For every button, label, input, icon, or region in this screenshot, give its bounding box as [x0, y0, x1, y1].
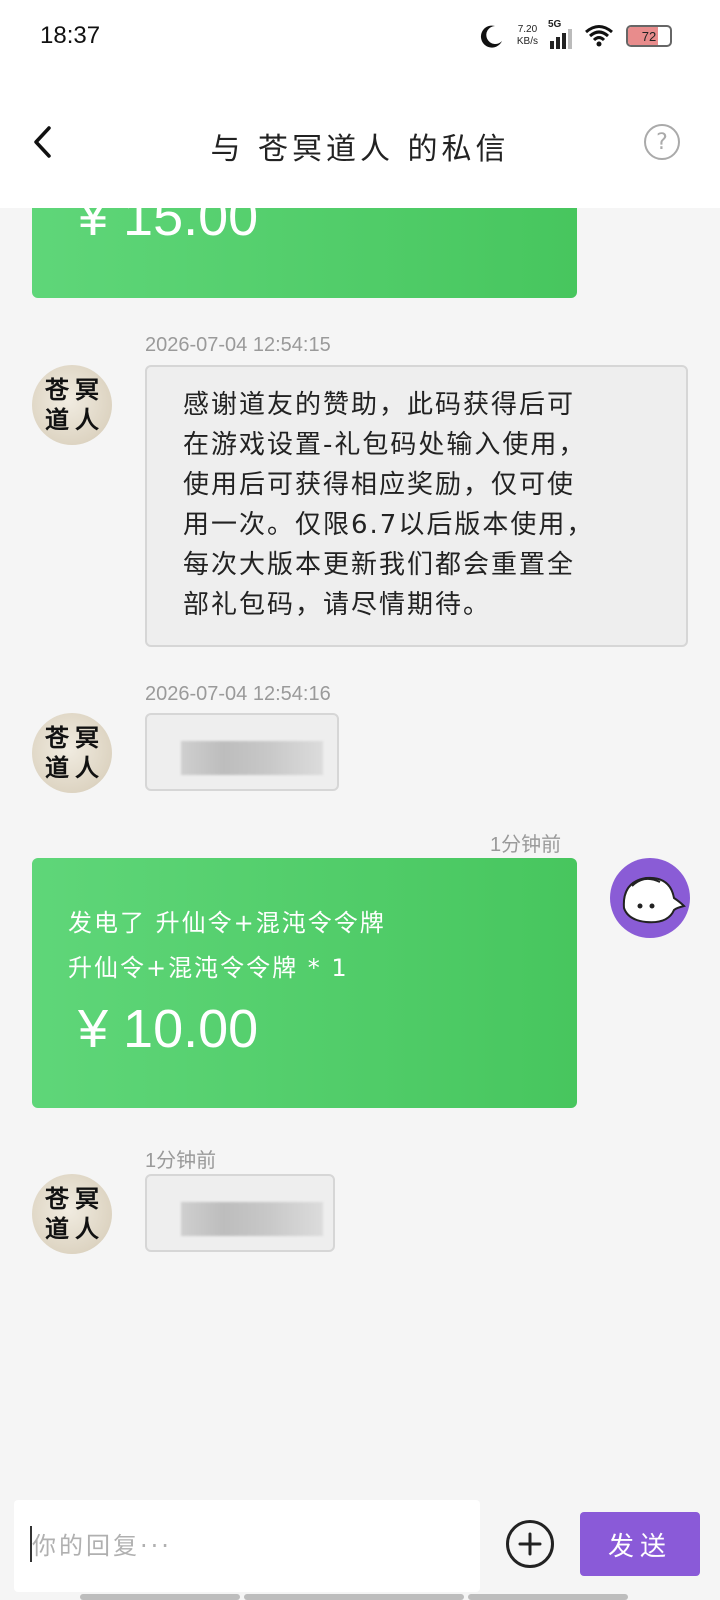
status-bar: 18:37 7.20 KB/s 5G 72	[0, 0, 720, 72]
page-title: 与 苍冥道人 的私信	[210, 132, 510, 167]
donation-amount: ¥ 10.00	[78, 999, 259, 1059]
help-button[interactable]: ?	[644, 124, 680, 160]
message-line: 在游戏设置-礼包码处输入使用，	[183, 430, 587, 460]
send-button[interactable]: 发送	[580, 1512, 700, 1576]
avatar-char: 道	[45, 753, 69, 782]
donation-item: 升仙令+混沌令令牌 * 1	[68, 954, 349, 982]
avatar[interactable]: 苍 冥 道 人	[32, 1174, 112, 1254]
avatar-char: 人	[75, 405, 99, 434]
donation-bubble: ¥ 15.00	[32, 208, 577, 298]
net-speed-value: 7.20	[517, 24, 538, 35]
net-speed: 7.20 KB/s	[517, 24, 538, 48]
message-line: 用一次。仅限6.7以后版本使用，	[183, 510, 595, 540]
avatar[interactable]: 苍 冥 道 人	[32, 365, 112, 445]
home-indicator	[80, 1594, 240, 1600]
status-time: 18:37	[40, 22, 101, 49]
message-line: 使用后可获得相应奖励，仅可使	[183, 470, 576, 500]
reply-input[interactable]	[14, 1500, 480, 1592]
avatar-char: 人	[75, 753, 99, 782]
donation-amount: ¥ 15.00	[78, 208, 259, 247]
message-time: 2026-07-04 12:54:16	[145, 683, 331, 705]
chat-header: 与 苍冥道人 的私信 ?	[0, 72, 720, 208]
donation-title: 发电了 升仙令+混沌令令牌	[68, 909, 386, 937]
redacted-content	[181, 1202, 323, 1236]
plus-icon	[518, 1532, 542, 1556]
message-line: 部礼包码，请尽情期待。	[183, 590, 492, 620]
avatar-char: 冥	[75, 1184, 99, 1213]
redacted-code-bubble[interactable]	[145, 713, 339, 791]
text-caret	[30, 1526, 32, 1562]
message-bubble[interactable]: 感谢道友的赞助，此码获得后可 在游戏设置-礼包码处输入使用， 使用后可获得相应奖…	[145, 365, 688, 647]
net-speed-unit: KB/s	[516, 36, 538, 47]
redacted-content	[181, 741, 323, 775]
avatar-char: 道	[45, 1214, 69, 1243]
signal-icon: 5G	[548, 19, 572, 49]
wifi-icon	[585, 25, 613, 47]
avatar[interactable]: 苍 冥 道 人	[32, 713, 112, 793]
avatar-char: 苍	[45, 723, 69, 752]
battery-icon: 72	[626, 25, 672, 47]
message-time: 1分钟前	[145, 1150, 217, 1172]
avatar-char: 人	[75, 1214, 99, 1243]
avatar-char: 冥	[75, 375, 99, 404]
network-type: 5G	[548, 19, 562, 30]
avatar-char: 苍	[45, 1184, 69, 1213]
avatar-char: 苍	[45, 375, 69, 404]
my-avatar[interactable]	[610, 858, 690, 938]
message-time: 1分钟前	[490, 834, 562, 856]
add-attachment-button[interactable]	[506, 1520, 554, 1568]
message-line: 每次大版本更新我们都会重置全	[183, 550, 576, 580]
moon-icon	[480, 25, 502, 48]
ghost-mascot-icon	[622, 876, 686, 924]
chat-list[interactable]: ¥ 15.00 2026-07-04 12:54:15 苍 冥 道 人 感谢道友…	[0, 208, 720, 1500]
redacted-code-bubble[interactable]	[145, 1174, 335, 1252]
battery-level: 72	[641, 28, 657, 44]
status-icons: 7.20 KB/s 5G 72	[479, 18, 672, 54]
chevron-left-icon	[34, 126, 51, 158]
back-button[interactable]	[22, 120, 62, 164]
message-time: 2026-07-04 12:54:15	[145, 334, 331, 356]
home-indicator	[244, 1594, 464, 1600]
reply-bar: 发送	[0, 1500, 720, 1600]
message-line: 感谢道友的赞助，此码获得后可	[183, 390, 576, 420]
avatar-char: 道	[45, 405, 69, 434]
home-indicator	[468, 1594, 628, 1600]
avatar-char: 冥	[75, 723, 99, 752]
donation-bubble[interactable]: 发电了 升仙令+混沌令令牌 升仙令+混沌令令牌 * 1 ¥ 10.00	[32, 858, 577, 1108]
help-icon: ?	[656, 129, 668, 155]
